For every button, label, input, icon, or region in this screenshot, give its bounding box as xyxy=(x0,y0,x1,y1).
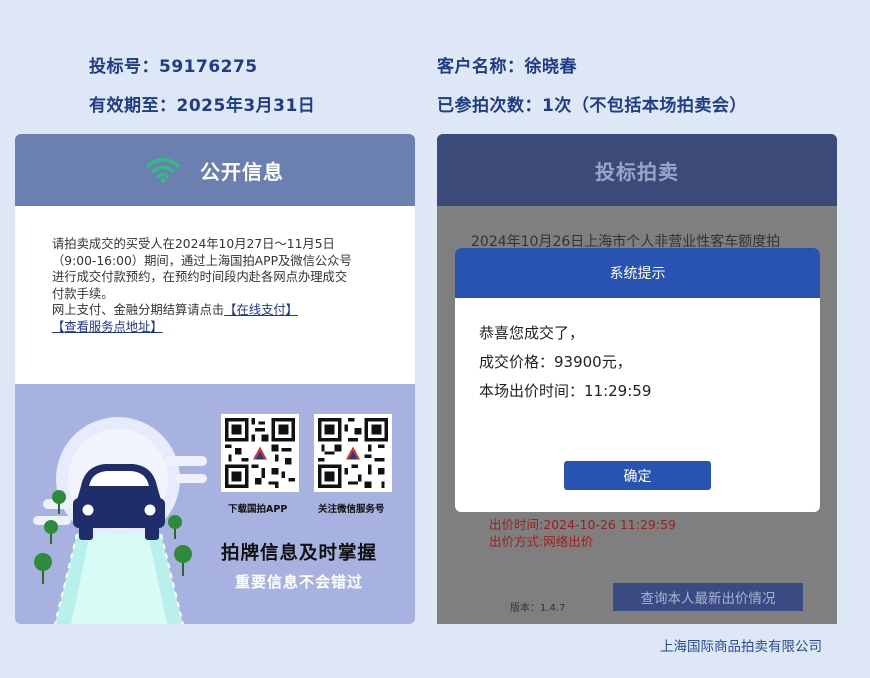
bid-number: 投标号：59176275 xyxy=(89,57,258,77)
query-latest-bid-button[interactable]: 查询本人最新出价情况 xyxy=(613,583,803,611)
system-notice-dialog: 系统提示 恭喜您成交了， 成交价格：93900元， 本场出价时间：11:29:5… xyxy=(455,248,820,512)
bid-auction-header: 投标拍卖 xyxy=(437,134,837,206)
dialog-line-price: 成交价格：93900元， xyxy=(479,353,632,371)
payment-text: 网上支付、金融分期结算请点击 xyxy=(52,303,225,317)
public-info-header: 公开信息 xyxy=(15,134,415,206)
wifi-icon xyxy=(146,158,180,183)
app-download-qr-code xyxy=(221,414,299,492)
qr-caption-wechat: 关注微信服务号 xyxy=(318,504,385,515)
online-pay-link[interactable]: 【在线支付】 xyxy=(224,303,298,317)
dialog-line-bid-time: 本场出价时间：11:29:59 xyxy=(479,382,652,400)
confirm-button[interactable]: 确定 xyxy=(564,461,711,490)
version-label: 版本：1.4.7 xyxy=(510,603,566,614)
bid-method: 出价方式:网络出价 xyxy=(489,534,594,549)
valid-until: 有效期至：2025年3月31日 xyxy=(89,96,316,116)
dialog-title: 系统提示 xyxy=(455,248,820,298)
public-info-panel: 公开信息 请拍卖成交的买受人在2024年10月27日～11月5日 （9:00-1… xyxy=(15,134,415,624)
notice-line: 付款手续。 xyxy=(52,286,114,301)
public-info-title: 公开信息 xyxy=(200,159,284,184)
qr-caption-app: 下载国拍APP xyxy=(228,504,288,515)
wechat-service-qr-code xyxy=(314,414,392,492)
promo-headline: 拍牌信息及时掌握 xyxy=(221,543,378,564)
car-road-illustration xyxy=(33,417,207,624)
dialog-message: 恭喜您成交了， 成交价格：93900元， 本场出价时间：11:29:59 xyxy=(455,298,820,406)
service-address-link[interactable]: 【查看服务点地址】 xyxy=(52,320,163,334)
promo-subline: 重要信息不会错过 xyxy=(235,573,364,591)
promo-banner: 下载国拍APP 关注微信服务号 拍牌信息及时掌握 重要信息不会错过 xyxy=(15,384,415,624)
auction-count: 已参拍次数：1次（不包括本场拍卖会） xyxy=(437,96,747,116)
company-name: 上海国际商品拍卖有限公司 xyxy=(660,639,822,655)
public-info-notice: 请拍卖成交的买受人在2024年10月27日～11月5日 （9:00-16:00）… xyxy=(15,206,415,384)
bid-auction-title: 投标拍卖 xyxy=(595,159,679,184)
payment-line: 网上支付、金融分期结算请点击【在线支付】 xyxy=(52,302,377,319)
notice-line: 进行成交付款预约，在预约时间段内赴各网点办理成交 xyxy=(52,270,348,284)
notice-line: 请拍卖成交的买受人在2024年10月27日～11月5日 xyxy=(52,237,335,251)
dialog-line-congrats: 恭喜您成交了， xyxy=(479,324,585,342)
customer-name: 客户名称：徐晓春 xyxy=(437,57,577,77)
notice-line: （9:00-16:00）期间，通过上海国拍APP及微信公众号 xyxy=(52,253,352,268)
